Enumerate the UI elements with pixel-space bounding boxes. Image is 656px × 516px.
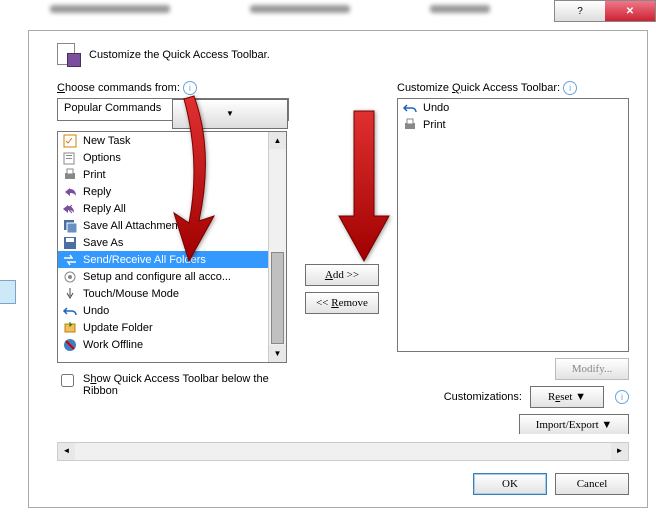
list-item-label: New Task <box>83 135 130 147</box>
window-controls: ? ✕ <box>554 0 656 22</box>
list-item[interactable]: Touch/Mouse Mode▶ <box>58 285 286 302</box>
print-icon <box>62 167 78 183</box>
saveas-icon <box>62 235 78 251</box>
list-item-label: Reply All <box>83 203 126 215</box>
customize-qat-icon <box>57 43 81 67</box>
help-button[interactable]: ? <box>555 1 605 21</box>
list-item-label: Touch/Mouse Mode <box>83 288 179 300</box>
task-icon <box>62 133 78 149</box>
modify-button[interactable]: Modify... <box>555 358 629 380</box>
import-export-button[interactable]: Import/Export ▼ <box>519 414 629 434</box>
setup-icon <box>62 269 78 285</box>
ok-button[interactable]: OK <box>473 473 547 495</box>
scrollbar[interactable]: ▲▼ <box>268 132 286 362</box>
offline-icon <box>62 337 78 353</box>
list-item-label: Options <box>83 152 121 164</box>
list-item-label: Update Folder <box>83 322 153 334</box>
list-item-label: Print <box>83 169 106 181</box>
list-item[interactable]: Save As <box>58 234 286 251</box>
dialog-title: Customize the Quick Access Toolbar. <box>89 49 270 61</box>
info-icon[interactable]: i <box>615 390 629 404</box>
reply-icon <box>62 184 78 200</box>
chevron-down-icon[interactable]: ▼ <box>172 99 288 129</box>
list-item[interactable]: Send/Receive All Folders <box>58 251 286 268</box>
undo-icon <box>402 100 418 116</box>
list-item-label: Save As <box>83 237 123 249</box>
list-item[interactable]: Options <box>58 149 286 166</box>
touch-icon <box>62 286 78 302</box>
show-below-ribbon-checkbox[interactable] <box>61 374 74 387</box>
list-item[interactable]: Save All Attachments... <box>58 217 286 234</box>
list-item-label: Undo <box>423 102 449 114</box>
list-item[interactable]: Setup and configure all acco... <box>58 268 286 285</box>
list-item[interactable]: Reply All <box>58 200 286 217</box>
print-icon <box>402 117 418 133</box>
close-button[interactable]: ✕ <box>605 1 655 21</box>
qat-listbox[interactable]: Undo Print <box>397 98 629 352</box>
info-icon[interactable]: i <box>183 81 197 95</box>
list-item[interactable]: Reply <box>58 183 286 200</box>
info-icon[interactable]: i <box>563 81 577 95</box>
choose-commands-combo[interactable]: Popular Commands ▼ <box>57 98 289 121</box>
list-item[interactable]: Print <box>398 116 628 133</box>
list-item-label: Undo <box>83 305 109 317</box>
add-button[interactable]: Add >> <box>305 264 379 286</box>
list-item[interactable]: Update Folder <box>58 319 286 336</box>
show-below-ribbon-label: Show Quick Access Toolbar below the Ribb… <box>83 373 287 397</box>
options-dialog: Customize the Quick Access Toolbar. Choo… <box>28 30 648 508</box>
remove-button[interactable]: << Remove <box>305 292 379 314</box>
list-item-label: Send/Receive All Folders <box>83 254 206 266</box>
list-item-label: Setup and configure all acco... <box>83 271 231 283</box>
customizations-label: Customizations: <box>444 391 522 403</box>
replyall-icon <box>62 201 78 217</box>
options-icon <box>62 150 78 166</box>
horizontal-scrollbar[interactable]: ◄► <box>57 442 629 461</box>
choose-commands-label: Choose commands from:i <box>57 81 287 95</box>
list-item-label: Work Offline <box>83 339 143 351</box>
cancel-button[interactable]: Cancel <box>555 473 629 495</box>
list-item[interactable]: Work Offline <box>58 336 286 353</box>
list-item-label: Reply <box>83 186 111 198</box>
commands-listbox[interactable]: New Task Options Print Reply Reply All Save A… <box>57 131 287 363</box>
list-item-label: Save All Attachments... <box>83 220 196 232</box>
update-icon <box>62 320 78 336</box>
list-item-label: Print <box>423 119 446 131</box>
list-item[interactable]: Undo <box>58 302 286 319</box>
reset-button[interactable]: Reset ▼ <box>530 386 604 408</box>
combo-value: Popular Commands <box>58 99 172 120</box>
list-item[interactable]: Print <box>58 166 286 183</box>
saveall-icon <box>62 218 78 234</box>
list-item[interactable]: New Task <box>58 132 286 149</box>
sidebar-stub <box>0 280 16 304</box>
sendrecv-icon <box>62 252 78 268</box>
undo-icon <box>62 303 78 319</box>
customize-qat-label: Customize Quick Access Toolbar:i <box>397 81 629 95</box>
list-item[interactable]: Undo <box>398 99 628 116</box>
